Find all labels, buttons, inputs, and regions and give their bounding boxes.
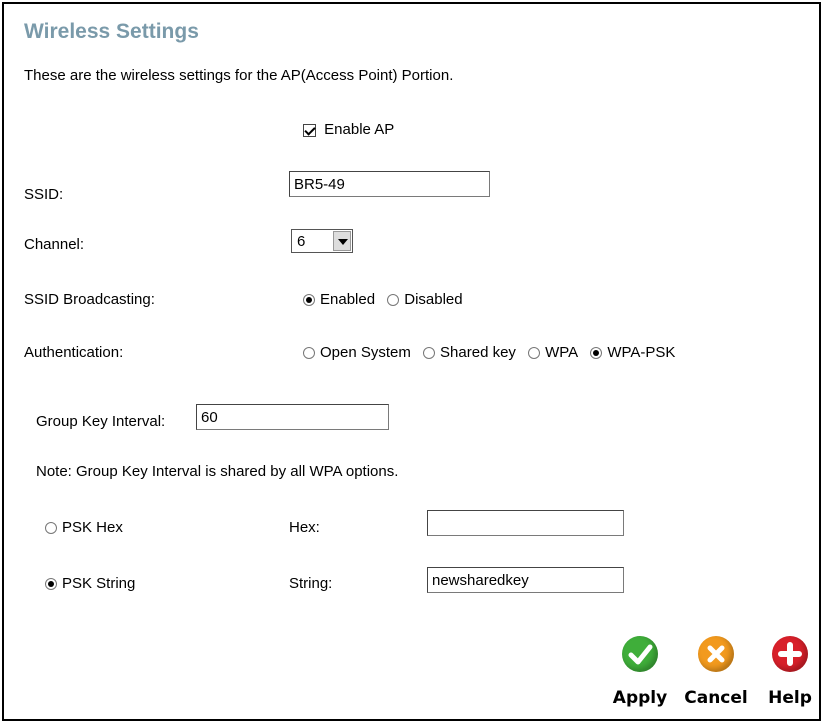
group-key-interval-label: Group Key Interval:	[36, 413, 166, 430]
plus-icon	[772, 636, 808, 672]
ssid-broadcasting-label: SSID Broadcasting:	[24, 291, 155, 308]
apply-button[interactable]: Apply	[608, 636, 672, 708]
enable-ap-label: Enable AP	[324, 121, 395, 138]
enable-ap-checkbox-row[interactable]: Enable AP	[303, 121, 394, 138]
enable-ap-checkbox[interactable]	[303, 123, 316, 137]
ssid-label: SSID:	[24, 186, 64, 203]
psk-string-input[interactable]	[427, 567, 624, 593]
radio-psk-string[interactable]	[45, 578, 57, 591]
psk-string-label: PSK String	[62, 575, 136, 592]
chevron-down-icon[interactable]	[333, 231, 351, 251]
channel-value: 6	[297, 233, 306, 250]
channel-select[interactable]: 6	[291, 229, 353, 253]
radio-open-system[interactable]	[303, 347, 315, 360]
group-key-interval-input[interactable]	[196, 404, 389, 430]
radio-psk-hex[interactable]	[45, 522, 57, 535]
ssid-broadcasting-options: Enabled Disabled	[303, 291, 471, 308]
page-title: Wireless Settings	[24, 20, 199, 43]
radio-disabled[interactable]	[387, 294, 400, 307]
cancel-button[interactable]: Cancel	[680, 636, 752, 708]
settings-panel	[2, 2, 821, 721]
group-key-note: Note: Group Key Interval is shared by al…	[36, 463, 399, 480]
enabled-label: Enabled	[320, 291, 376, 308]
check-icon	[622, 636, 658, 672]
psk-hex-input[interactable]	[427, 510, 624, 536]
auth-wpa-option[interactable]: WPA	[528, 344, 578, 361]
ssid-input[interactable]	[289, 171, 490, 197]
page-description: These are the wireless settings for the …	[24, 67, 454, 84]
cancel-label: Cancel	[684, 688, 748, 708]
radio-wpa-psk[interactable]	[590, 347, 603, 360]
apply-label: Apply	[612, 688, 668, 708]
wpa-label: WPA	[545, 344, 579, 361]
help-label: Help	[768, 688, 812, 708]
ssid-broadcast-enabled-option[interactable]: Enabled	[303, 291, 375, 308]
disabled-label: Disabled	[404, 291, 463, 308]
authentication-label: Authentication:	[24, 344, 124, 361]
psk-hex-option[interactable]: PSK Hex	[45, 519, 123, 536]
psk-string-option[interactable]: PSK String	[45, 575, 135, 592]
authentication-options: Open System Shared key WPA WPA-PSK	[303, 344, 683, 361]
x-icon	[698, 636, 734, 672]
auth-wpa-psk-option[interactable]: WPA-PSK	[590, 344, 675, 361]
auth-open-system-option[interactable]: Open System	[303, 344, 411, 361]
radio-shared-key[interactable]	[423, 347, 436, 360]
help-button[interactable]: Help	[764, 636, 816, 708]
ssid-broadcast-disabled-option[interactable]: Disabled	[387, 291, 463, 308]
wpa-psk-label: WPA-PSK	[607, 344, 676, 361]
psk-hex-label: PSK Hex	[62, 519, 123, 536]
shared-key-label: Shared key	[440, 344, 516, 361]
open-system-label: Open System	[320, 344, 411, 361]
hex-field-label: Hex:	[289, 519, 320, 536]
string-field-label: String:	[289, 575, 333, 592]
auth-shared-key-option[interactable]: Shared key	[423, 344, 516, 361]
radio-wpa[interactable]	[528, 347, 541, 360]
channel-label: Channel:	[24, 236, 85, 253]
radio-enabled[interactable]	[303, 294, 315, 307]
